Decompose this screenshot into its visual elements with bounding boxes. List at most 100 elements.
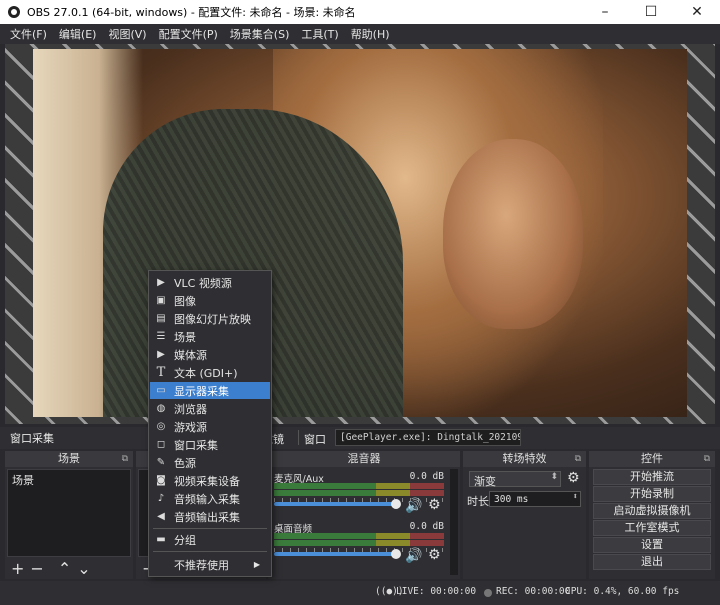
gamepad-icon: ◎ xyxy=(156,421,166,432)
live-status: LIVE: 00:00:00 xyxy=(396,586,477,597)
camera-icon: ◙ xyxy=(156,475,166,486)
menu-item[interactable]: ▭ 显示器采集 xyxy=(150,382,270,399)
menu-item[interactable]: ✎ 色源 xyxy=(150,454,270,471)
menu-item[interactable]: T 文本 (GDI+) xyxy=(150,364,270,381)
undock-icon[interactable]: ⧉ xyxy=(122,451,128,467)
globe-icon: ◍ xyxy=(156,403,166,414)
monitor-icon: ▭ xyxy=(156,385,166,396)
exit-button[interactable]: 退出 xyxy=(593,554,711,570)
window-title: OBS 27.0.1 (64-bit, windows) - 配置文件: 未命名… xyxy=(27,6,356,19)
window-select[interactable]: [GeePlayer.exe]: Dingtalk_202109091 xyxy=(335,429,521,446)
menu-item[interactable]: ☰ 场景 xyxy=(150,328,270,345)
menu-item[interactable]: ◀ 音频输出采集 xyxy=(150,508,270,525)
menu-item-label: 音频输入采集 xyxy=(174,492,240,506)
menu-tools[interactable]: 工具(T) xyxy=(295,26,344,42)
menu-bar: 文件(F) 编辑(E) 视图(V) 配置文件(P) 场景集合(S) 工具(T) … xyxy=(0,24,720,44)
minimize-button[interactable]: – xyxy=(582,0,628,24)
source-toolbar: 窗口采集 滤镜 窗口 [GeePlayer.exe]: Dingtalk_202… xyxy=(0,427,720,449)
remove-icon[interactable]: − xyxy=(30,559,43,578)
mixer-dock: 混音器 麦克风/Aux 0.0 dB 🔊 ⚙ 桌面音频 0.0 dB 🔊 ⚙ xyxy=(268,451,460,579)
speaker-icon[interactable]: 🔊 xyxy=(405,498,422,514)
menu-item[interactable]: ♪ 音频输入采集 xyxy=(150,490,270,507)
title-bar: OBS 27.0.1 (64-bit, windows) - 配置文件: 未命名… xyxy=(0,0,720,24)
menu-item[interactable]: ◙ 视频采集设备 xyxy=(150,472,270,489)
start-streaming-button[interactable]: 开始推流 xyxy=(593,469,711,485)
volume-meter xyxy=(274,533,444,539)
scenes-title: 场景 xyxy=(58,452,80,465)
settings-button[interactable]: 设置 xyxy=(593,537,711,553)
menu-item-label: 分组 xyxy=(174,533,196,547)
move-up-icon[interactable]: ⌃ xyxy=(58,559,71,578)
add-source-menu: ▶ VLC 视频源 ▣ 图像 ▤ 图像幻灯片放映 ☰ 场景 ▶ 媒体源 T 文本 (GDI+… xyxy=(148,270,272,577)
menu-separator xyxy=(153,551,267,552)
menu-item-group[interactable]: ▬ 分组 xyxy=(150,531,270,548)
start-virtual-camera-button[interactable]: 启动虚拟摄像机 xyxy=(593,503,711,519)
add-icon[interactable]: + xyxy=(11,559,24,578)
brush-icon: ✎ xyxy=(156,457,166,468)
slideshow-icon: ▤ xyxy=(156,313,166,324)
window-icon: ◻ xyxy=(156,439,166,450)
menu-item[interactable]: ▣ 图像 xyxy=(150,292,270,309)
move-down-icon[interactable]: ⌄ xyxy=(77,559,90,578)
obs-logo-icon xyxy=(8,6,20,18)
menu-profile[interactable]: 配置文件(P) xyxy=(153,26,224,42)
mixer-track: 桌面音频 0.0 dB 🔊 ⚙ xyxy=(270,519,458,569)
toolbar-divider xyxy=(298,430,299,445)
transition-value: 渐变 xyxy=(474,475,496,488)
menu-item[interactable]: ▶ VLC 视频源 xyxy=(150,274,270,291)
preview-video[interactable] xyxy=(33,49,687,417)
menu-view[interactable]: 视图(V) xyxy=(102,26,152,42)
duration-input[interactable]: 300 ms ⬍ xyxy=(489,491,581,507)
undock-icon[interactable]: ⧉ xyxy=(704,451,710,467)
menu-item[interactable]: ◻ 窗口采集 xyxy=(150,436,270,453)
track-db: 0.0 dB xyxy=(409,471,444,482)
close-button[interactable]: ✕ xyxy=(674,0,720,24)
volume-slider[interactable] xyxy=(274,499,401,509)
studio-mode-button[interactable]: 工作室模式 xyxy=(593,520,711,536)
menu-scene-collection[interactable]: 场景集合(S) xyxy=(224,26,296,42)
start-recording-button[interactable]: 开始录制 xyxy=(593,486,711,502)
gear-icon[interactable]: ⚙ xyxy=(567,470,580,486)
menu-item-label: 窗口采集 xyxy=(174,438,218,452)
menu-item-label: VLC 视频源 xyxy=(174,276,232,290)
mixer-title: 混音器 xyxy=(347,452,381,465)
folder-icon: ▬ xyxy=(156,534,166,545)
window-label: 窗口 xyxy=(304,433,326,446)
play-icon: ▶ xyxy=(157,349,165,360)
menu-file[interactable]: 文件(F) xyxy=(4,26,53,42)
menu-item-label: 音频输出采集 xyxy=(174,510,240,524)
cpu-status: CPU: 0.4%, 60.00 fps xyxy=(565,586,680,597)
mixer-scrollbar[interactable] xyxy=(450,469,458,575)
undock-icon[interactable]: ⧉ xyxy=(575,451,581,467)
submenu-arrow-icon: ▶ xyxy=(253,560,260,569)
menu-edit[interactable]: 编辑(E) xyxy=(53,26,103,42)
image-icon: ▣ xyxy=(156,295,166,306)
menu-item-label: 文本 (GDI+) xyxy=(174,366,238,380)
menu-item-deprecated[interactable]: 不推荐使用 ▶ xyxy=(150,556,270,573)
speaker-icon[interactable]: 🔊 xyxy=(405,548,422,564)
status-bar: ((●)) LIVE: 00:00:00 REC: 00:00:00 CPU: … xyxy=(0,581,720,605)
rec-status: REC: 00:00:00 xyxy=(496,586,571,597)
volume-meter xyxy=(274,483,444,489)
chevron-down-icon: ⬍ xyxy=(550,472,558,482)
duration-label: 时长 xyxy=(467,495,489,508)
gear-icon[interactable]: ⚙ xyxy=(428,547,441,563)
menu-item-label: 显示器采集 xyxy=(174,384,229,398)
transitions-body: 渐变 ⬍ ⚙ 时长 300 ms ⬍ xyxy=(465,469,584,557)
maximize-button[interactable]: ☐ xyxy=(628,0,674,24)
volume-slider[interactable] xyxy=(274,549,401,559)
stepper-icon[interactable]: ⬍ xyxy=(573,492,578,502)
menu-item[interactable]: ◎ 游戏源 xyxy=(150,418,270,435)
speaker-icon: ◀ xyxy=(157,511,165,522)
menu-item[interactable]: ◍ 浏览器 xyxy=(150,400,270,417)
menu-item[interactable]: ▶ 媒体源 xyxy=(150,346,270,363)
menu-help[interactable]: 帮助(H) xyxy=(345,26,396,42)
list-item[interactable]: 场景 xyxy=(8,470,130,490)
gear-icon[interactable]: ⚙ xyxy=(428,497,441,513)
blank-icon xyxy=(154,558,168,572)
menu-item-label: 媒体源 xyxy=(174,348,207,362)
menu-item-label: 图像 xyxy=(174,294,196,308)
transition-select[interactable]: 渐变 ⬍ xyxy=(469,471,561,488)
transitions-header: 转场特效 ⧉ xyxy=(463,451,586,467)
menu-item[interactable]: ▤ 图像幻灯片放映 xyxy=(150,310,270,327)
